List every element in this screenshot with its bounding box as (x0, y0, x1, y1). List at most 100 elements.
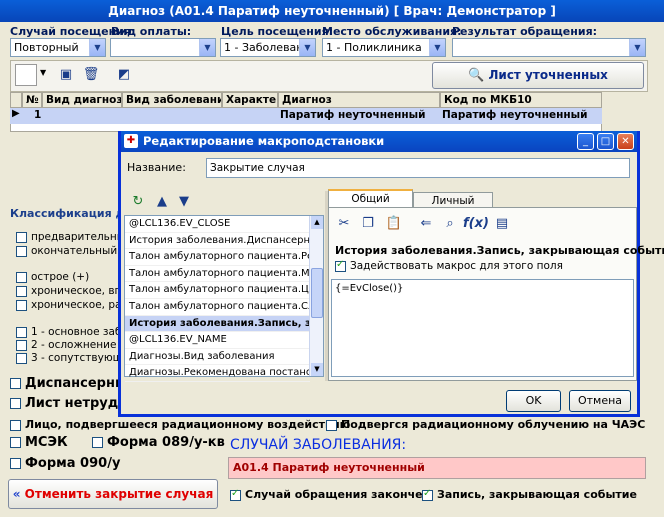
checkbox[interactable] (16, 231, 27, 243)
search-icon: 🔍 (468, 68, 485, 83)
checkbox[interactable] (92, 437, 103, 448)
macro-list-item[interactable]: Диагнозы.Рекомендована постановка ... (125, 365, 310, 382)
visit-goal-label: Цель посещения: (221, 25, 334, 38)
macro-list-item[interactable]: @LCL136.EV_CLOSE (125, 216, 310, 233)
classification-option[interactable]: окончательный (ут (16, 245, 120, 257)
edit-icon[interactable]: ▣ (55, 64, 77, 86)
maximize-icon[interactable]: □ (597, 133, 614, 150)
macro-list-item[interactable]: @LCL136.EV_NAME (125, 332, 310, 349)
checkbox[interactable] (10, 458, 21, 469)
form089-option[interactable]: Форма 089/у-кв (92, 435, 225, 450)
macro-list-item[interactable]: Талон амбулаторного пациента.Место о... (125, 266, 310, 283)
macro-list-item[interactable]: Талон амбулаторного пациента.Цель по... (125, 282, 310, 299)
arrow-down-icon[interactable]: ▼ (173, 191, 195, 213)
minimize-icon[interactable]: _ (577, 133, 594, 150)
scrollbar[interactable]: ▲ ▼ (309, 216, 323, 376)
macro-code-editor[interactable]: {=EvClose()} (331, 279, 634, 377)
use-macro-option[interactable]: Задействовать макрос для этого поля (335, 259, 563, 272)
chevron-down-icon[interactable]: ▼ (199, 39, 215, 56)
trash-icon[interactable]: 🗑 (80, 64, 102, 86)
scroll-down-icon[interactable]: ▼ (311, 363, 323, 376)
classification-option[interactable]: 3 - сопутствующее (16, 352, 120, 364)
option-label: предварительный (31, 231, 120, 243)
col-character: Характер з (222, 92, 278, 108)
table-icon[interactable]: ▤ (491, 213, 513, 235)
visit-case-value: Повторный (14, 41, 79, 54)
dispensary-option[interactable]: Диспансерный (10, 376, 136, 391)
chevron-down-icon[interactable]: ▼ (89, 39, 105, 56)
option-label: окончательный (ут (31, 245, 120, 257)
paste-icon[interactable]: 📋 (383, 213, 405, 235)
radiation-option[interactable]: Лицо, подвергшееся радиационному воздейс… (10, 418, 350, 431)
ok-button[interactable]: OK (506, 390, 561, 412)
checkbox[interactable] (16, 326, 27, 338)
app-icon: ✚ (124, 134, 138, 148)
checkbox[interactable] (16, 245, 27, 257)
search-icon[interactable]: ⌕ (439, 213, 461, 235)
result-select[interactable]: ▼ (452, 38, 646, 57)
radiation-label: Лицо, подвергшееся радиационному воздейс… (25, 418, 351, 431)
scroll-up-icon[interactable]: ▲ (311, 216, 323, 229)
function-icon[interactable]: f(x) (463, 213, 489, 235)
classification-option[interactable]: хроническое, ране (16, 299, 120, 311)
chevron-down-icon[interactable]: ▼ (629, 39, 645, 56)
msek-option[interactable]: МСЭК (10, 435, 68, 450)
cancel-close-button[interactable]: « Отменить закрытие случая (8, 479, 218, 509)
service-place-value: 1 - Поликлиника (326, 41, 422, 54)
classification-option[interactable]: 2 - осложнение ос (16, 339, 120, 351)
visit-case-select[interactable]: Повторный ▼ (10, 38, 106, 57)
form090-option[interactable]: Форма 090/у (10, 456, 120, 471)
checkbox[interactable] (10, 398, 21, 409)
double-chevron-left-icon: « (12, 487, 21, 501)
ruler-icon[interactable]: ◩ (113, 64, 135, 86)
checkbox[interactable] (335, 259, 346, 272)
classification-option[interactable]: хроническое, вперв (16, 285, 120, 297)
new-document-icon[interactable] (15, 64, 37, 86)
tab-general[interactable]: Общий (328, 189, 413, 207)
checkbox[interactable] (16, 285, 27, 297)
name-label: Название: (127, 161, 186, 174)
macro-list-item[interactable]: Талон амбулаторного пациента.Результ... (125, 249, 310, 266)
macro-list-item[interactable]: История заболевания.Запись, за... (125, 315, 310, 333)
insert-icon[interactable]: ⇐ (415, 213, 437, 235)
macro-list-item[interactable]: Талон амбулаторного пациента.Случай ... (125, 299, 310, 316)
cut-icon[interactable]: ✂ (333, 213, 355, 235)
form090-label: Форма 090/у (25, 456, 121, 471)
sick-leave-option[interactable]: Лист нетрудос (10, 396, 135, 411)
name-field[interactable]: Закрытие случая (206, 158, 630, 178)
dialog-cancel-button[interactable]: Отмена (569, 390, 631, 412)
macro-list-item[interactable]: История заболевания.Диспансерный уч... (125, 233, 310, 250)
refresh-icon[interactable]: ↻ (127, 191, 149, 213)
case-closed-option[interactable]: Случай обращения закончен (230, 488, 430, 501)
chevron-down-icon[interactable]: ▼ (299, 39, 315, 56)
visit-goal-select[interactable]: 1 - Заболевание ▼ (220, 38, 316, 57)
arrow-up-icon[interactable]: ▲ (151, 191, 173, 213)
chevron-down-icon[interactable]: ▼ (429, 39, 445, 56)
checkbox[interactable] (422, 488, 433, 501)
macro-list-item[interactable]: Диагнозы.Вид заболевания (125, 349, 310, 366)
close-icon[interactable]: ✕ (617, 133, 634, 150)
checkbox[interactable] (16, 339, 27, 351)
classification-option[interactable]: 1 - основное забол (16, 326, 120, 338)
dialog-title-bar: Редактирование макроподстановки (121, 131, 637, 152)
checkbox[interactable] (326, 419, 337, 431)
classification-option[interactable]: предварительный (16, 231, 120, 243)
chevron-down-icon[interactable]: ▼ (40, 68, 46, 77)
checkbox[interactable] (10, 378, 21, 389)
checkbox[interactable] (16, 352, 27, 364)
checkbox[interactable] (10, 437, 21, 448)
chernobyl-option[interactable]: Подвергся радиационному облучению на ЧАЭ… (326, 418, 645, 431)
payment-select[interactable]: ▼ (110, 38, 216, 57)
checkbox[interactable] (230, 488, 241, 501)
service-place-select[interactable]: 1 - Поликлиника ▼ (322, 38, 446, 57)
checkbox[interactable] (10, 419, 21, 431)
scroll-thumb[interactable] (311, 268, 323, 318)
chernobyl-label: Подвергся радиационному облучению на ЧАЭ… (341, 418, 646, 431)
classification-option[interactable]: острое (+) (16, 271, 120, 283)
checkbox[interactable] (16, 271, 27, 283)
option-label: 2 - осложнение ос (31, 339, 120, 351)
copy-icon[interactable]: ❐ (357, 213, 379, 235)
checkbox[interactable] (16, 299, 27, 311)
closing-record-option[interactable]: Запись, закрывающая событие (422, 488, 637, 501)
diagnoses-list-button[interactable]: 🔍 Лист уточненных диагнозов (432, 62, 644, 107)
